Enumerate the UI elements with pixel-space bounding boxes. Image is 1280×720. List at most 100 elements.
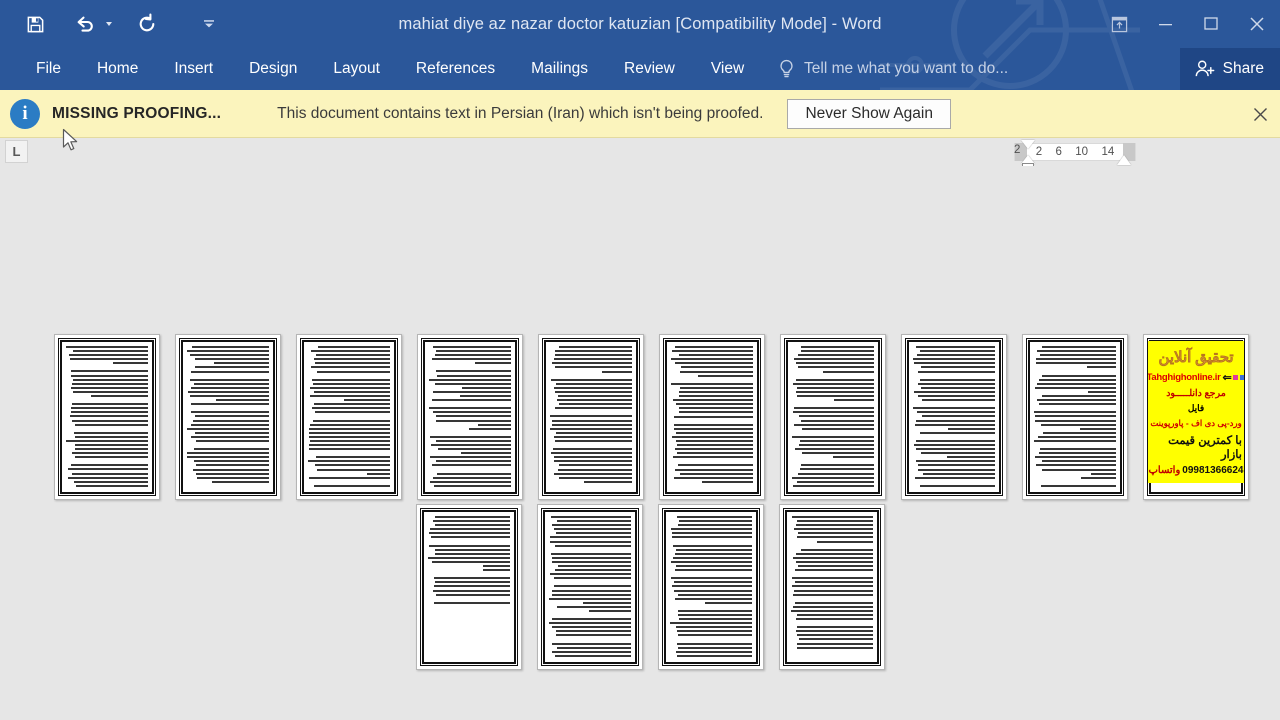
text-line xyxy=(798,565,873,568)
text-line xyxy=(922,472,995,475)
text-line xyxy=(554,435,632,438)
text-line xyxy=(70,370,148,373)
tab-references[interactable]: References xyxy=(398,48,513,90)
tab-view[interactable]: View xyxy=(693,48,762,90)
text-line xyxy=(795,448,874,451)
text-line xyxy=(678,395,753,398)
document-page[interactable] xyxy=(296,334,402,500)
text-line xyxy=(677,634,752,637)
text-line xyxy=(672,556,752,559)
document-canvas[interactable]: تحقیق آنلاین Tahghighonline.ir ⇐ مرجع دانلـ… xyxy=(0,166,1280,720)
text-line xyxy=(551,552,631,555)
text-line xyxy=(554,472,632,475)
text-line xyxy=(192,346,269,348)
document-page[interactable] xyxy=(175,334,281,500)
text-line xyxy=(680,386,753,389)
customize-quick-access-toolbar-button[interactable] xyxy=(202,7,216,41)
document-page[interactable] xyxy=(416,504,522,670)
text-line xyxy=(430,536,510,539)
text-line xyxy=(312,407,390,410)
document-page[interactable] xyxy=(779,504,885,670)
document-page[interactable] xyxy=(780,334,886,500)
save-button[interactable] xyxy=(18,7,52,41)
text-line xyxy=(800,419,874,422)
text-line xyxy=(676,403,753,406)
text-line xyxy=(914,362,995,365)
text-line xyxy=(558,403,632,406)
text-line xyxy=(672,536,752,539)
text-line xyxy=(678,618,752,621)
undo-dropdown-button[interactable] xyxy=(102,7,116,41)
text-line xyxy=(920,350,995,353)
text-line xyxy=(310,366,390,369)
document-page[interactable] xyxy=(658,504,764,670)
text-line xyxy=(1035,415,1116,418)
text-line xyxy=(460,395,511,398)
message-bar-close-button[interactable] xyxy=(1246,90,1274,138)
text-line xyxy=(555,382,632,385)
text-line xyxy=(193,419,269,422)
ad-tagline-file: فایل xyxy=(1187,403,1205,413)
message-bar-text: This document contains text in Persian (… xyxy=(277,104,764,122)
restore-button[interactable] xyxy=(1188,0,1234,48)
redo-button[interactable] xyxy=(130,7,164,41)
minimize-button[interactable] xyxy=(1142,0,1188,48)
tab-layout[interactable]: Layout xyxy=(315,48,398,90)
document-page-advertisement[interactable]: تحقیق آنلاین Tahghighonline.ir ⇐ مرجع دانلـ… xyxy=(1143,334,1249,500)
document-page[interactable] xyxy=(417,334,523,500)
advertisement-banner[interactable]: تحقیق آنلاین Tahghighonline.ir ⇐ مرجع دانلـ… xyxy=(1148,341,1244,483)
ribbon-tab-bar: File Home Insert Design Layout Reference… xyxy=(0,48,1280,90)
tab-review[interactable]: Review xyxy=(606,48,693,90)
hruler-tick-0: 2 xyxy=(1035,146,1043,158)
ribbon-display-options-button[interactable] xyxy=(1096,0,1142,48)
close-icon xyxy=(1250,17,1264,31)
tab-stop-selector[interactable]: L xyxy=(5,140,28,163)
document-page[interactable] xyxy=(659,334,765,500)
text-line xyxy=(71,452,148,455)
right-indent-marker[interactable] xyxy=(1117,155,1131,165)
tab-file[interactable]: File xyxy=(18,48,79,90)
text-line xyxy=(675,650,752,653)
document-page[interactable] xyxy=(537,504,643,670)
document-page[interactable] xyxy=(54,334,160,500)
page-text-content xyxy=(670,516,752,658)
document-page[interactable] xyxy=(901,334,1007,500)
text-line xyxy=(1041,468,1116,471)
text-line xyxy=(552,618,631,621)
tab-home[interactable]: Home xyxy=(79,48,156,90)
text-line xyxy=(680,366,753,369)
text-line xyxy=(915,448,995,451)
never-show-again-button[interactable]: Never Show Again xyxy=(787,98,951,129)
text-line xyxy=(676,565,752,568)
tab-insert[interactable]: Insert xyxy=(156,48,231,90)
text-line xyxy=(798,443,874,446)
text-line xyxy=(676,654,752,657)
text-line xyxy=(555,407,632,410)
close-button[interactable] xyxy=(1234,0,1280,48)
text-line xyxy=(914,476,995,479)
text-line xyxy=(196,476,269,479)
tab-mailings[interactable]: Mailings xyxy=(513,48,606,90)
tab-design[interactable]: Design xyxy=(231,48,315,90)
text-line xyxy=(796,626,873,629)
text-line xyxy=(1036,362,1116,365)
chevron-down-icon xyxy=(204,20,214,28)
text-line xyxy=(551,452,632,455)
tell-me-search[interactable]: Tell me what you want to do... xyxy=(778,48,1008,90)
title-bar: mahiat diye az nazar doctor katuzian [Co… xyxy=(0,0,1280,48)
text-line xyxy=(69,358,148,361)
text-line xyxy=(559,464,632,467)
text-line xyxy=(675,439,753,442)
text-line xyxy=(1042,395,1116,398)
text-line xyxy=(435,548,510,551)
undo-button[interactable] xyxy=(68,7,102,41)
text-line xyxy=(554,544,631,547)
document-page[interactable] xyxy=(1022,334,1128,500)
text-line xyxy=(1042,460,1116,463)
first-line-indent-marker[interactable] xyxy=(1021,140,1035,149)
document-page[interactable] xyxy=(538,334,644,500)
share-button[interactable]: Share xyxy=(1179,48,1280,90)
hruler-tick-2: 10 xyxy=(1075,146,1089,158)
